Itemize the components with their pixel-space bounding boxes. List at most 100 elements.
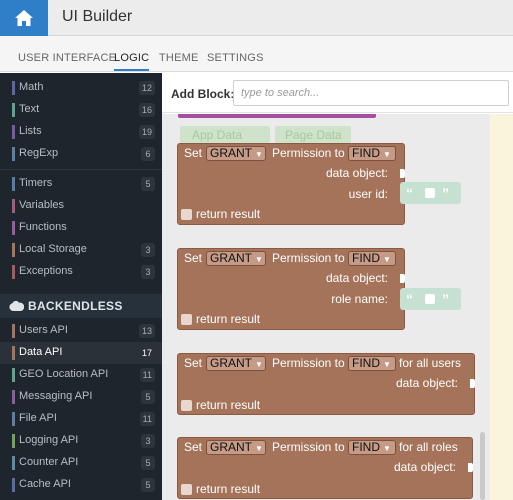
grant-dropdown[interactable]: GRANT ▼ <box>206 251 266 266</box>
sidebar-item-math[interactable]: Math 12 <box>0 77 162 99</box>
block-search-input[interactable] <box>233 80 509 106</box>
return-result-checkbox[interactable] <box>181 400 192 411</box>
sidebar-item-cache-api[interactable]: Cache API 5 <box>0 474 162 496</box>
grant-dropdown[interactable]: GRANT ▼ <box>206 440 266 455</box>
string-value-field[interactable] <box>425 294 435 304</box>
sidebar-item-geo-location-api[interactable]: GEO Location API 11 <box>0 364 162 386</box>
block-count-badge: 11 <box>139 368 155 382</box>
return-result-checkbox[interactable] <box>181 314 192 325</box>
category-color-bar <box>12 81 15 95</box>
tab-user-interface[interactable]: USER INTERFACE <box>18 52 116 64</box>
dropdown-arrow-icon: ▼ <box>383 360 391 369</box>
sidebar-item-label: RegExp <box>19 147 59 159</box>
sidebar-item-data-api[interactable]: Data API 17 <box>0 342 162 364</box>
block-count-badge: 5 <box>141 177 155 191</box>
data-object-input-socket[interactable] <box>400 169 405 178</box>
operation-dropdown[interactable]: FIND ▼ <box>348 251 396 266</box>
sidebar-item-label: File API <box>19 412 57 424</box>
sidebar-item-label: Data API <box>19 346 63 358</box>
operation-dropdown[interactable]: FIND ▼ <box>348 440 396 455</box>
block-category-sidebar: Math 12 Text 16 Lists 19 RegExp 6 Timers… <box>0 73 162 500</box>
block-fragment[interactable] <box>178 114 376 118</box>
sidebar-item-label: Cache API <box>19 478 71 490</box>
cloud-icon <box>9 301 24 311</box>
sidebar-item-label: Messaging API <box>19 390 93 402</box>
sidebar-item-users-api[interactable]: Users API 13 <box>0 320 162 342</box>
data-object-input-socket[interactable] <box>400 274 405 283</box>
sidebar-item-label: Counter API <box>19 456 79 468</box>
operation-dropdown[interactable]: FIND ▼ <box>348 146 396 161</box>
sidebar-item-logging-api[interactable]: Logging API 3 <box>0 430 162 452</box>
set-label: Set <box>184 356 203 370</box>
role-name-label: role name: <box>331 292 388 306</box>
sidebar-item-label: Local Storage <box>19 243 87 255</box>
sidebar-item-text[interactable]: Text 16 <box>0 99 162 121</box>
logic-workspace[interactable]: App Data Page Data Set GRANT ▼ Permission… <box>162 114 513 500</box>
set-permission-block-user[interactable]: Set GRANT ▼ Permission to FIND ▼ data obje… <box>177 143 405 225</box>
permission-to-label: Permission to <box>272 251 345 265</box>
return-result-label: return result <box>196 312 261 326</box>
block-count-badge: 12 <box>138 81 155 95</box>
for-all-users-label: for all users <box>399 356 462 370</box>
sidebar-item-label: Functions <box>19 221 67 233</box>
category-color-bar <box>12 434 15 448</box>
sidebar-item-exceptions[interactable]: Exceptions 3 <box>0 261 162 283</box>
category-color-bar <box>12 390 15 404</box>
sidebar-item-functions[interactable]: Functions <box>0 217 162 239</box>
top-bar: UI Builder <box>0 0 513 36</box>
sidebar-item-timers[interactable]: Timers 5 <box>0 173 162 195</box>
for-all-roles-label: for all roles <box>399 440 458 454</box>
block-count-badge: 5 <box>141 478 155 492</box>
sidebar-item-local-storage[interactable]: Local Storage 3 <box>0 239 162 261</box>
dropdown-arrow-icon: ▼ <box>383 255 391 264</box>
sidebar-item-file-api[interactable]: File API 11 <box>0 408 162 430</box>
home-button[interactable] <box>0 0 48 36</box>
user-id-label: user id: <box>348 187 388 201</box>
quote-open-icon: “ <box>406 291 413 307</box>
dropdown-value: FIND <box>352 251 380 265</box>
return-result-checkbox[interactable] <box>181 209 192 220</box>
sidebar-divider <box>0 169 162 170</box>
tab-logic[interactable]: LOGIC <box>114 52 150 71</box>
block-count-badge: 6 <box>141 147 155 161</box>
sidebar-item-messaging-api[interactable]: Messaging API 5 <box>0 386 162 408</box>
dropdown-arrow-icon: ▼ <box>255 360 263 369</box>
dropdown-value: FIND <box>352 356 380 370</box>
tab-theme[interactable]: THEME <box>159 52 199 64</box>
block-count-badge: 11 <box>139 412 155 426</box>
sidebar-item-regexp[interactable]: RegExp 6 <box>0 143 162 165</box>
ghost-block-label: Page Data <box>285 128 342 142</box>
workspace-scrollbar[interactable] <box>480 432 485 500</box>
block-count-badge: 16 <box>138 103 155 117</box>
data-object-input-socket[interactable] <box>470 379 475 388</box>
data-object-label: data object: <box>395 376 458 390</box>
grant-dropdown[interactable]: GRANT ▼ <box>206 146 266 161</box>
string-input-block[interactable]: “ ” <box>400 182 461 204</box>
sidebar-item-label: Users API <box>19 324 68 336</box>
category-color-bar <box>12 368 15 382</box>
data-object-label: data object: <box>325 271 388 285</box>
sidebar-section-backendless[interactable]: BACKENDLESS <box>0 294 162 318</box>
tab-settings[interactable]: SETTINGS <box>207 52 264 64</box>
category-color-bar <box>12 456 15 470</box>
category-color-bar <box>12 324 15 338</box>
sidebar-item-variables[interactable]: Variables <box>0 195 162 217</box>
app-title: UI Builder <box>62 8 133 25</box>
data-object-input-socket[interactable] <box>468 463 473 472</box>
sidebar-item-lists[interactable]: Lists 19 <box>0 121 162 143</box>
block-count-badge: 19 <box>138 125 155 139</box>
sidebar-item-label: Exceptions <box>19 265 73 277</box>
tab-bar: USER INTERFACE LOGIC THEME SETTINGS <box>0 36 513 72</box>
operation-dropdown[interactable]: FIND ▼ <box>348 356 396 371</box>
grant-dropdown[interactable]: GRANT ▼ <box>206 356 266 371</box>
string-value-field[interactable] <box>425 188 435 198</box>
category-color-bar <box>12 147 15 161</box>
set-permission-block-role[interactable]: Set GRANT ▼ Permission to FIND ▼ data obje… <box>177 248 405 330</box>
set-permission-block-all-roles[interactable]: Set GRANT ▼ Permission to FIND ▼ for all r… <box>177 437 473 499</box>
category-color-bar <box>12 478 15 492</box>
return-result-checkbox[interactable] <box>181 484 192 495</box>
sidebar-item-counter-api[interactable]: Counter API 5 <box>0 452 162 474</box>
quote-open-icon: “ <box>406 185 413 201</box>
string-input-block[interactable]: “ ” <box>400 288 461 310</box>
set-permission-block-all-users[interactable]: Set GRANT ▼ Permission to FIND ▼ for all u… <box>177 353 475 415</box>
